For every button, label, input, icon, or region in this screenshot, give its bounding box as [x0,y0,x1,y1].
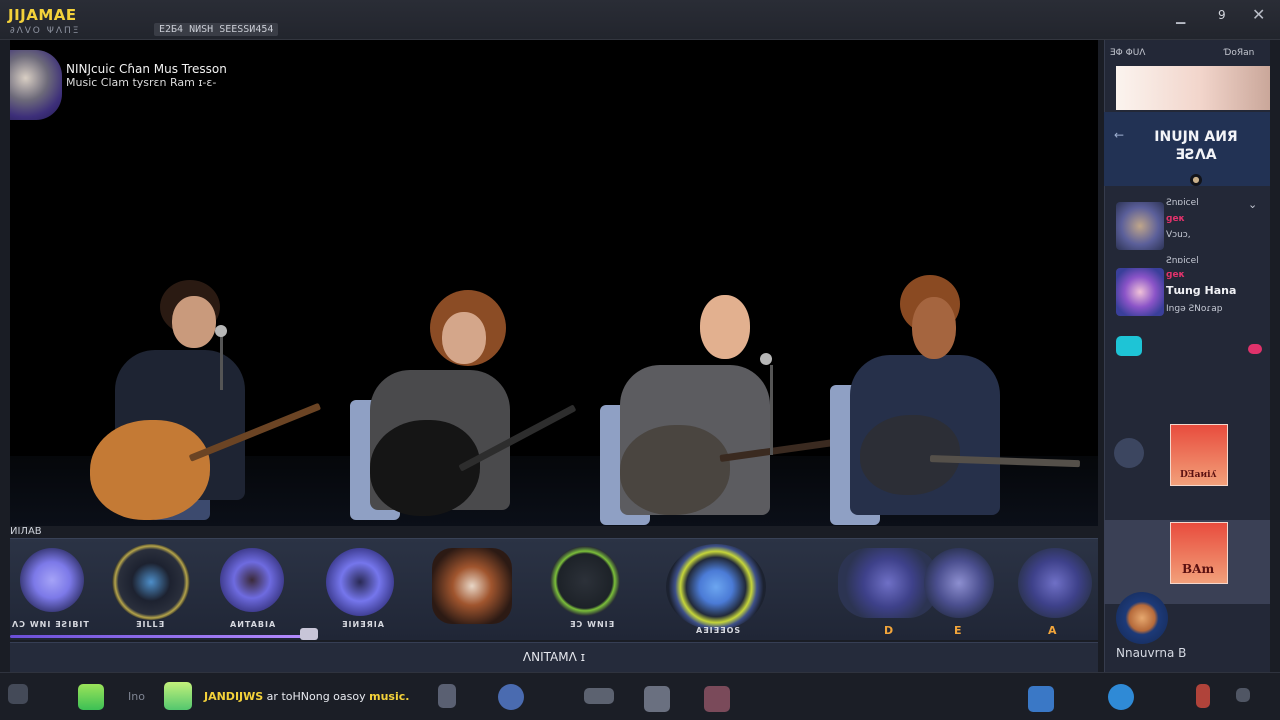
musician-4 [830,275,1081,526]
mixer-knob-3-label: AИTABIA [230,620,277,629]
guitar [90,420,210,520]
taskbar-ino-text: Ino [128,690,145,703]
chevron-down-icon[interactable]: ⌄ [1248,198,1257,211]
mixer-knob-4[interactable] [326,548,394,616]
mixer-progress-handle[interactable] [300,628,318,640]
mixer-knob-7[interactable] [666,544,766,630]
mixer-knob-6-label: ƎƆ WNIƎ [570,620,616,629]
vu-meter-e[interactable] [924,548,994,618]
mixer-knob-1[interactable] [20,548,84,612]
channel-avatar[interactable] [10,50,62,120]
channel-title: NINJcuic Cɦan Mus Tresson [66,62,227,76]
tools-icon[interactable] [8,684,28,704]
mixer-knob-7-label: AƎIƎƎOS [696,626,742,635]
sidebar-row-1-thumb[interactable] [1116,202,1164,250]
sidebar-row-2-flag: ɡeκ [1166,270,1185,280]
vu-label-a: A [1048,624,1057,637]
taskbar-message-prefix: JANDIJWS [204,690,264,703]
sidebar-header-right[interactable]: ƊoЯan [1224,48,1254,58]
musician-2 [350,290,590,526]
vu-meter-a[interactable] [1018,548,1092,618]
app-window: JIJAMAE ∂ΛVO ΨΛΠΞ E2Б4 NИSH SEESSИ454 ▁ … [0,0,1280,720]
compass-icon[interactable] [498,684,524,710]
mixer-knob-5[interactable] [432,548,512,624]
sidebar-card-dot-icon: ● [1190,174,1202,186]
app-logo[interactable]: JIJAMAE [8,6,77,24]
chat-bubble-icon[interactable] [1116,336,1142,356]
mixer-knob-6[interactable] [550,546,620,616]
camera-icon[interactable] [704,686,730,712]
game-icon[interactable] [1028,686,1054,712]
close-icon[interactable]: ✕ [1252,5,1265,24]
mixer-progress-bar[interactable] [10,635,310,638]
sidebar-album-2-text: BAm [1182,562,1215,576]
stage-label: ИIЛAB [10,526,42,537]
sidebar-row-2-top: Ƨnɒicel [1166,256,1199,266]
now-playing-label: ΛNITAMΛ ɪ [522,650,586,664]
people-icon[interactable] [644,686,670,712]
user-avatar[interactable] [1116,592,1168,644]
sidebar-row-2-name[interactable]: Tɯnɡ Hana [1166,284,1236,297]
window-count: 9 [1218,8,1226,22]
taskbar [0,672,1280,720]
globe-icon[interactable] [1108,684,1134,710]
user-name: Nnauvrna B [1116,646,1187,660]
musician-3 [600,295,850,526]
battery-icon[interactable] [1196,684,1210,708]
notes-app-icon[interactable] [164,682,192,710]
mixer-knob-3[interactable] [220,548,284,612]
guitar [620,425,730,515]
mixer-knob-2[interactable] [112,544,190,620]
arrow-left-icon[interactable]: ← [1114,128,1124,142]
sidebar-row-1-flag: ɡeκ [1166,214,1185,224]
video-stage[interactable]: NINJcuic Cɦan Mus Tresson Music Clam tys… [10,40,1098,526]
taskbar-message: JANDIJWS ar toHNong oasoy music. [204,690,409,703]
notification-icon[interactable] [1248,344,1262,354]
plane-icon[interactable] [584,688,614,704]
taskbar-message-highlight: music. [369,690,410,703]
settings-icon[interactable] [1236,688,1250,702]
vu-label-d: D [884,624,894,637]
musician-1 [90,280,330,526]
sidebar-row-2-thumb[interactable] [1116,268,1164,316]
vu-meter-d[interactable] [838,548,938,618]
sidebar-row-2-bottom: Inɡə ƧNoɾap [1166,304,1223,314]
sidebar-card-title: INUJN AИЯ ƎƧΛA [1154,129,1238,163]
mixer-knob-4-label: ƎIИƎЯIA [342,620,385,629]
app-subtitle: ∂ΛVO ΨΛΠΞ [10,26,81,36]
session-label: E2Б4 NИSH SEESSИ454 [154,23,279,36]
vu-label-e: E [954,624,962,637]
bottle-icon[interactable] [438,684,456,708]
sidebar-header-left: ƎΦ ΦUΛ [1110,48,1146,58]
minimize-icon[interactable]: ▁ [1176,10,1190,26]
sidebar-row-1-top: Ƨnɒicel [1166,198,1199,208]
channel-subtitle: Music Clam tysrɛn Ram ɪ-ɛ- [66,76,217,89]
green-app-icon[interactable] [78,684,104,710]
taskbar-message-rest: ar toHNong oasoy [263,690,370,703]
sidebar-album-1-text: DƎaᴎiʎ [1180,470,1217,480]
sidebar-row-1-bottom: Vɔuɔ, [1166,230,1191,240]
sidebar-preview-image[interactable] [1116,66,1270,110]
playlist-icon[interactable] [1114,438,1144,468]
mixer-knob-2-label: ƎILLƎ [136,620,166,629]
mixer-knob-1-label: ΛƆ WNI ƎƧIBIT [12,620,90,629]
